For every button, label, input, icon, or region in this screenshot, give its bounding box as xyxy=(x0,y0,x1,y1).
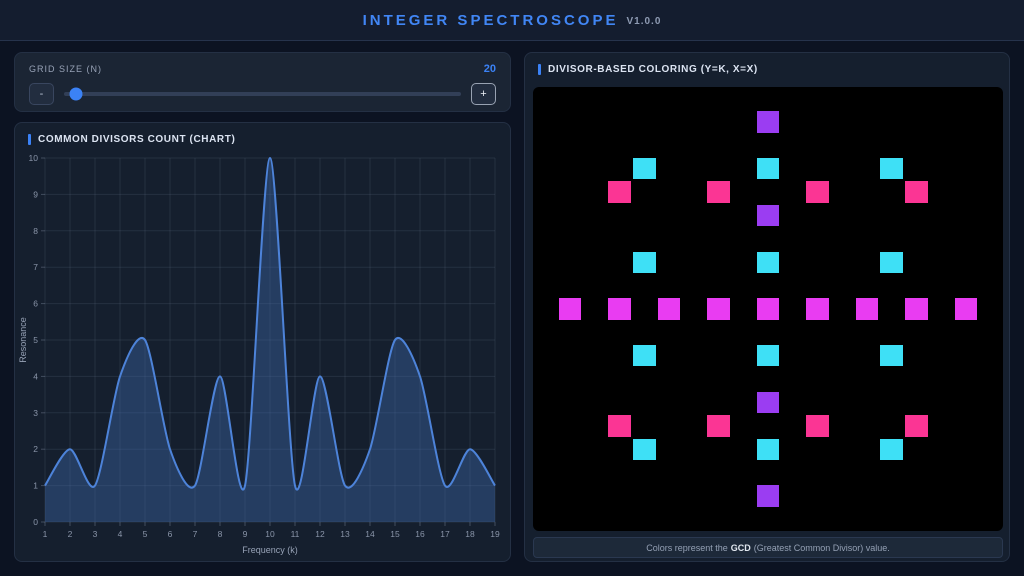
grid-title-row: DIVISOR-BASED COLORING (Y=K, X=X) xyxy=(538,64,758,75)
x-tick-label: 5 xyxy=(143,529,148,539)
gcd-cell xyxy=(757,205,780,226)
y-tick-label: 7 xyxy=(33,262,38,272)
x-tick-label: 12 xyxy=(315,529,325,539)
x-tick-label: 11 xyxy=(291,529,300,539)
gcd-cell xyxy=(757,392,780,413)
x-tick-label: 19 xyxy=(490,529,500,539)
y-tick-label: 4 xyxy=(33,371,38,381)
x-tick-label: 15 xyxy=(390,529,400,539)
gcd-cell xyxy=(633,439,656,460)
grid-size-value: 20 xyxy=(484,63,496,75)
chart-panel-title: COMMON DIVISORS COUNT (CHART) xyxy=(38,134,235,145)
gcd-cell xyxy=(806,181,829,202)
decrease-n-button[interactable]: - xyxy=(29,83,54,105)
grid-size-label: GRID SIZE (N) xyxy=(29,64,102,74)
grid-size-slider-thumb[interactable] xyxy=(69,88,82,101)
x-tick-label: 2 xyxy=(68,529,73,539)
gcd-cell xyxy=(658,298,681,319)
gcd-cell xyxy=(757,485,780,506)
divisors-area-chart: 0123456789101234567891011121314151617181… xyxy=(15,123,512,563)
gcd-cell xyxy=(880,158,903,179)
y-tick-label: 8 xyxy=(33,226,38,236)
gcd-cell xyxy=(707,415,730,436)
y-tick-label: 6 xyxy=(33,299,38,309)
x-tick-label: 1 xyxy=(43,529,48,539)
gcd-cell xyxy=(757,158,780,179)
gcd-cell xyxy=(905,181,928,202)
x-tick-label: 4 xyxy=(118,529,123,539)
gcd-cell xyxy=(633,252,656,273)
y-tick-label: 10 xyxy=(29,153,39,163)
gcd-cell xyxy=(880,345,903,366)
x-tick-label: 6 xyxy=(168,529,173,539)
gcd-cell xyxy=(757,298,780,319)
x-axis-title: Frequency (k) xyxy=(242,545,298,555)
x-tick-label: 7 xyxy=(193,529,198,539)
y-tick-label: 0 xyxy=(33,517,38,527)
y-tick-label: 5 xyxy=(33,335,38,345)
x-tick-label: 13 xyxy=(340,529,350,539)
x-tick-label: 16 xyxy=(415,529,425,539)
chart-title-row: COMMON DIVISORS COUNT (CHART) xyxy=(28,134,235,145)
gcd-cell xyxy=(707,181,730,202)
gcd-cell xyxy=(633,345,656,366)
x-tick-label: 3 xyxy=(93,529,98,539)
y-tick-label: 2 xyxy=(33,444,38,454)
gcd-cell xyxy=(905,415,928,436)
gcd-cell xyxy=(880,439,903,460)
increase-n-button[interactable]: + xyxy=(471,83,496,105)
gcd-cell xyxy=(608,298,631,319)
legend-note-suffix: (Greatest Common Divisor) value. xyxy=(754,543,890,553)
title-accent-bar xyxy=(28,134,31,145)
title-accent-bar xyxy=(538,64,541,75)
gcd-cell xyxy=(757,252,780,273)
divisors-chart-panel: COMMON DIVISORS COUNT (CHART) 0123456789… xyxy=(14,122,511,562)
gcd-cell xyxy=(905,298,928,319)
gcd-cell xyxy=(559,298,582,319)
y-tick-label: 9 xyxy=(33,189,38,199)
gcd-cell xyxy=(856,298,879,319)
grid-panel-title: DIVISOR-BASED COLORING (Y=K, X=X) xyxy=(548,64,758,75)
legend-note-prefix: Colors represent the xyxy=(646,543,728,553)
app-header: INTEGER SPECTROSCOPE V1.0.0 xyxy=(0,0,1024,41)
divisor-coloring-panel: DIVISOR-BASED COLORING (Y=K, X=X) Colors… xyxy=(524,52,1010,562)
gcd-cell xyxy=(806,415,829,436)
x-tick-label: 18 xyxy=(465,529,475,539)
grid-size-slider[interactable] xyxy=(64,92,461,96)
gcd-grid-canvas xyxy=(533,87,1003,531)
x-tick-label: 17 xyxy=(440,529,450,539)
y-tick-label: 1 xyxy=(33,481,38,491)
grid-size-controls: - + xyxy=(29,83,496,105)
x-tick-label: 8 xyxy=(218,529,223,539)
gcd-cell xyxy=(757,111,780,132)
x-tick-label: 9 xyxy=(243,529,248,539)
grid-size-panel: GRID SIZE (N) 20 - + xyxy=(14,52,511,112)
gcd-cell xyxy=(633,158,656,179)
gcd-cell xyxy=(757,439,780,460)
gcd-cell xyxy=(757,345,780,366)
gcd-cell xyxy=(806,298,829,319)
gcd-cell xyxy=(608,181,631,202)
x-tick-label: 10 xyxy=(265,529,275,539)
gcd-cell xyxy=(707,298,730,319)
app-title: INTEGER SPECTROSCOPE xyxy=(363,12,619,29)
gcd-cell xyxy=(880,252,903,273)
y-tick-label: 3 xyxy=(33,408,38,418)
x-tick-label: 14 xyxy=(365,529,375,539)
gcd-cell xyxy=(608,415,631,436)
gcd-cell xyxy=(955,298,978,319)
grid-size-head: GRID SIZE (N) 20 xyxy=(29,63,496,75)
app-version: V1.0.0 xyxy=(626,16,661,27)
legend-note-gcd: GCD xyxy=(731,543,751,553)
gcd-legend-note: Colors represent the GCD (Greatest Commo… xyxy=(533,537,1003,558)
y-axis-title: Resonance xyxy=(18,317,28,363)
